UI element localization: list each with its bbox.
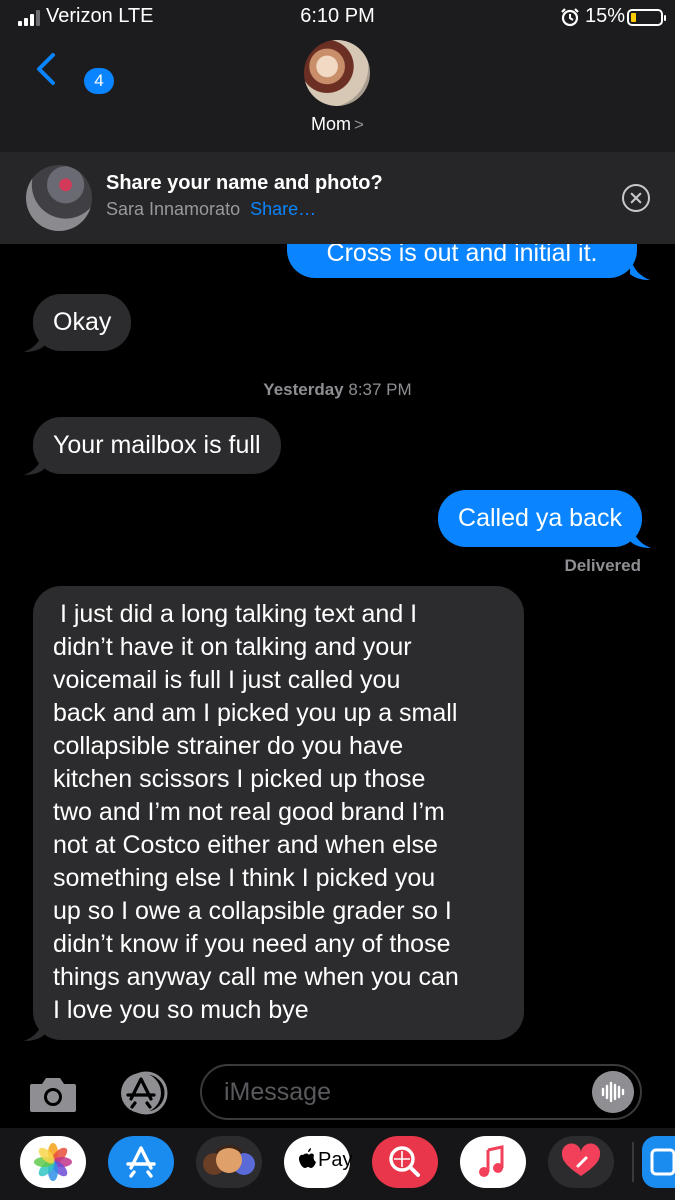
message-text: Called ya back (458, 504, 622, 532)
audio-message-icon[interactable] (592, 1071, 634, 1113)
conversation-header: 4 Mom > (0, 34, 675, 152)
bubble-tail (630, 258, 650, 280)
message-line: I love you so much bye (53, 996, 309, 1024)
message-bubble-incoming[interactable]: Your mailbox is full (33, 417, 281, 474)
share-name-banner: Share your name and photo? Sara Innamora… (0, 152, 675, 244)
message-text: Cross is out and initial it. (326, 244, 598, 267)
bubble-tail (24, 453, 44, 475)
timestamp-time: 8:37 PM (348, 380, 412, 399)
share-banner-subtitle: Sara Innamorato Share… (106, 199, 316, 220)
battery-icon (627, 9, 666, 26)
memoji-app-icon[interactable] (196, 1136, 262, 1188)
message-line: up so I owe a collapsible grader so I (53, 897, 452, 925)
share-button[interactable]: Share… (250, 199, 316, 219)
message-line: something else I think I picked you (53, 864, 436, 892)
message-line: didn’t have it on talking and your (53, 633, 412, 661)
message-line: two and I’m not real good brand I’m (53, 798, 445, 826)
message-list[interactable]: Cross is out and initial it. Okay Yester… (0, 244, 675, 1056)
battery-percent: 15% (585, 5, 626, 27)
message-bubble-outgoing[interactable]: Called ya back (438, 490, 642, 547)
app-store-icon[interactable] (113, 1070, 173, 1116)
message-bubble-outgoing[interactable]: Cross is out and initial it. (287, 244, 637, 278)
chevron-right-icon: > (354, 115, 364, 134)
delivery-status: Delivered (564, 556, 641, 575)
apple-pay-label: Pay (318, 1149, 353, 1171)
digital-touch-app-icon[interactable] (548, 1136, 614, 1188)
message-line: voicemail is full I just called you (53, 666, 401, 694)
message-line: kitchen scissors I picked up those (53, 765, 426, 793)
more-app-icon[interactable] (642, 1136, 675, 1188)
camera-icon[interactable] (28, 1074, 78, 1114)
drawer-divider (632, 1142, 634, 1182)
back-chevron-icon (37, 53, 55, 85)
message-line: not at Costco either and when else (53, 831, 438, 859)
profile-photo (26, 165, 92, 231)
app-store-app-icon[interactable] (108, 1136, 174, 1188)
bubble-tail (631, 526, 651, 548)
share-banner-title: Share your name and photo? (106, 172, 383, 194)
message-input-placeholder: iMessage (224, 1078, 331, 1106)
message-line: back and am I picked you up a small (53, 699, 458, 727)
message-line: didn’t know if you need any of those (53, 930, 451, 958)
message-text: Your mailbox is full (53, 431, 261, 459)
message-line: things anyway call me when you can (53, 963, 459, 991)
share-banner-name: Sara Innamorato (106, 199, 241, 219)
app-drawer: Pay (0, 1128, 675, 1200)
message-text: Okay (53, 308, 112, 336)
close-icon[interactable] (622, 184, 650, 212)
message-input[interactable]: iMessage (200, 1064, 642, 1120)
unread-badge: 4 (84, 68, 114, 94)
music-app-icon[interactable] (460, 1136, 526, 1188)
message-line: collapsible strainer do you have (53, 732, 404, 760)
contact-name-button[interactable]: Mom > (0, 114, 675, 135)
contact-name: Mom (311, 114, 352, 134)
message-bubble-incoming[interactable]: I just did a long talking text and I did… (33, 586, 524, 1040)
message-bubble-incoming[interactable]: Okay (33, 294, 132, 351)
compose-bar: iMessage (0, 1056, 675, 1128)
timestamp-day: Yesterday (263, 380, 344, 399)
timestamp: Yesterday 8:37 PM (0, 380, 675, 400)
back-button[interactable]: 4 (28, 48, 114, 94)
apple-pay-app-icon[interactable]: Pay (284, 1136, 353, 1188)
message-line: I just did a long talking text and I (53, 600, 418, 628)
contact-avatar[interactable] (304, 40, 370, 106)
status-bar: Verizon LTE 6:10 PM 15% (0, 0, 675, 34)
search-images-app-icon[interactable] (372, 1136, 438, 1188)
alarm-icon (561, 8, 579, 27)
photos-app-icon[interactable] (20, 1136, 86, 1188)
bubble-tail (24, 1019, 44, 1041)
bubble-tail (24, 330, 44, 352)
